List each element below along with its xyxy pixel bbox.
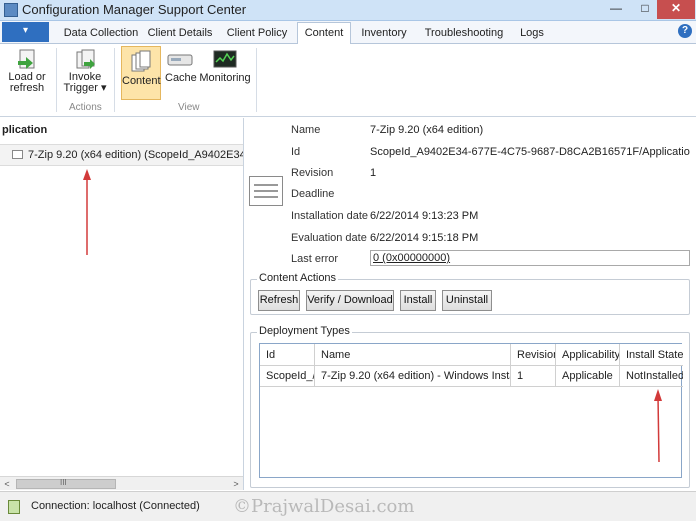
icon-line — [254, 196, 278, 198]
verify-download-button[interactable]: Verify / Download — [306, 290, 394, 311]
connection-status-icon — [8, 500, 20, 514]
table-cell[interactable]: 1 — [511, 366, 556, 387]
table-cell[interactable]: Applicable — [556, 366, 620, 387]
evaluation-date-value: 6/22/2014 9:15:18 PM — [370, 232, 479, 244]
close-button[interactable]: ✕ — [657, 0, 695, 19]
invoke-trigger-label: Invoke Trigger ▾ — [63, 71, 107, 94]
name-value: 7-Zip 9.20 (x64 edition) — [370, 124, 484, 136]
content-actions-label: Content Actions — [257, 272, 339, 284]
deployment-types-table: Id Name Revision Applicability Install S… — [259, 343, 683, 478]
column-header-revision[interactable]: Revision — [511, 344, 556, 366]
application-icon — [12, 150, 23, 159]
install-state-cell[interactable]: NotInstalled — [620, 366, 683, 387]
application-list-item[interactable]: 7-Zip 9.20 (x64 edition) (ScopeId_A9402E… — [0, 144, 243, 166]
scroll-right-arrow-icon[interactable]: > — [229, 477, 243, 491]
column-header-id[interactable]: Id — [260, 344, 315, 366]
column-header-applicability[interactable]: Applicability — [556, 344, 620, 366]
cache-icon — [167, 54, 193, 66]
tab-content[interactable]: Content — [297, 22, 351, 44]
minimize-button[interactable]: — — [603, 0, 629, 19]
tab-inventory[interactable]: Inventory — [358, 24, 410, 44]
scroll-grip-icon: III — [60, 478, 67, 487]
ribbon-separator — [56, 48, 57, 112]
scroll-left-arrow-icon[interactable]: < — [0, 477, 14, 491]
app-icon — [4, 3, 18, 17]
column-header-name[interactable]: Name — [315, 344, 511, 366]
revision-label: Revision — [291, 167, 334, 179]
monitoring-icon — [213, 50, 237, 68]
tab-client-policy[interactable]: Client Policy — [224, 24, 290, 44]
content-icon — [131, 50, 151, 72]
content-actions-group: Content Actions Refresh Verify / Downloa… — [250, 272, 690, 315]
application-column-header[interactable]: plication — [0, 124, 47, 144]
ribbon-separator — [256, 48, 257, 112]
watermark: ©PrajwalDesai.com — [233, 496, 415, 517]
icon-line — [254, 184, 278, 186]
load-refresh-label: Load or refresh — [8, 71, 46, 94]
evaluation-date-label: Evaluation date — [291, 232, 367, 244]
table-cell[interactable]: 7-Zip 9.20 (x64 edition) - Windows Insta… — [315, 366, 511, 387]
deadline-label: Deadline — [291, 188, 335, 200]
id-value: ScopeId_A9402E34-677E-4C75-9687-D8CA2B16… — [370, 146, 690, 158]
cache-label: Cache — [165, 72, 197, 84]
load-refresh-icon — [18, 49, 35, 69]
name-label: Name — [291, 124, 321, 136]
invoke-trigger-icon — [76, 49, 95, 69]
title-bar: Configuration Manager Support Center — □… — [0, 0, 696, 21]
monitoring-view-button[interactable]: Monitoring — [199, 48, 251, 102]
status-bar: Connection: localhost (Connected) ©Prajw… — [0, 491, 696, 521]
ribbon-separator — [114, 48, 115, 112]
horizontal-scrollbar[interactable]: < III > — [0, 476, 243, 490]
install-button[interactable]: Install — [400, 290, 436, 311]
application-item-label: 7-Zip 9.20 (x64 edition) (ScopeId_A9402E… — [28, 149, 243, 161]
content-view-button[interactable]: Content — [121, 46, 161, 100]
connection-status-text: Connection: localhost (Connected) — [31, 500, 200, 512]
content-label: Content — [122, 75, 161, 87]
invoke-trigger-button[interactable]: Invoke Trigger ▾ — [62, 48, 108, 102]
last-error-value[interactable]: 0 (0x00000000) — [370, 250, 690, 266]
last-error-label: Last error — [291, 253, 339, 265]
column-header-install-state[interactable]: Install State — [620, 344, 683, 366]
help-icon[interactable]: ? — [678, 24, 692, 38]
ribbon-tabs: ▾ Data Collection Client Details Client … — [0, 21, 696, 44]
monitoring-label: Monitoring — [199, 72, 251, 84]
application-details-pane: Name 7-Zip 9.20 (x64 edition) Id ScopeId… — [244, 118, 696, 490]
table-cell[interactable]: ScopeId_/ — [260, 366, 315, 387]
tab-data-collection[interactable]: Data Collection — [56, 24, 146, 44]
tab-logs[interactable]: Logs — [514, 24, 550, 44]
deployment-types-label: Deployment Types — [257, 325, 352, 337]
maximize-button[interactable]: □ — [632, 0, 658, 19]
ribbon: Load or refresh Invoke Trigger ▾ Actions… — [0, 44, 696, 117]
uninstall-button[interactable]: Uninstall — [442, 290, 492, 311]
actions-group-label: Actions — [69, 102, 102, 113]
id-label: Id — [291, 146, 301, 158]
icon-line — [254, 190, 278, 192]
window-title: Configuration Manager Support Center — [22, 2, 247, 17]
installation-date-label: Installation date — [291, 210, 369, 222]
cache-view-button[interactable]: Cache — [165, 48, 197, 102]
file-menu-button[interactable]: ▾ — [2, 22, 49, 42]
tab-client-details[interactable]: Client Details — [146, 24, 214, 44]
application-details-icon — [249, 176, 283, 206]
revision-value: 1 — [370, 167, 377, 179]
load-refresh-button[interactable]: Load or refresh — [4, 48, 50, 102]
view-group-label: View — [178, 102, 200, 113]
refresh-button[interactable]: Refresh — [258, 290, 300, 311]
tab-troubleshooting[interactable]: Troubleshooting — [422, 24, 506, 44]
application-list-pane: plication 7-Zip 9.20 (x64 edition) (Scop… — [0, 118, 244, 490]
installation-date-value: 6/22/2014 9:13:23 PM — [370, 210, 479, 222]
